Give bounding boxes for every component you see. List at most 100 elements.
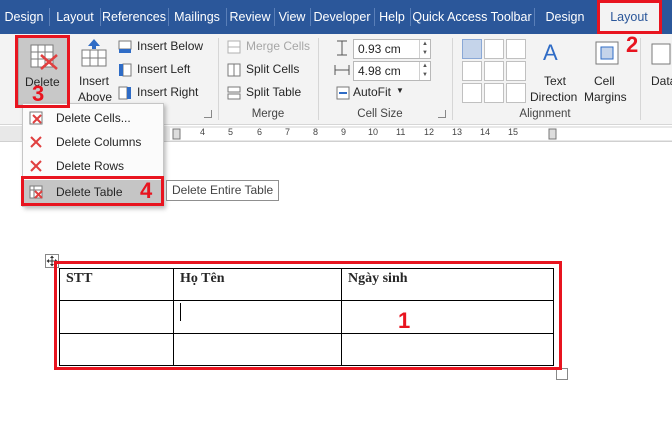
insert-left-icon: [119, 63, 132, 77]
delete-cells-label: Delete Cells...: [56, 111, 131, 125]
align-top-right-icon[interactable]: [506, 39, 526, 59]
tab-table-design[interactable]: Design: [536, 0, 594, 34]
text-direction-label-1: Text: [544, 74, 567, 88]
delete-rows-icon: [30, 160, 42, 172]
delete-cells-menu-item[interactable]: Delete Cells...: [23, 106, 163, 130]
column-width-spinner[interactable]: ▲ ▼: [419, 62, 430, 80]
annotation-number-3: 3: [32, 81, 45, 106]
insert-below-label: Insert Below: [137, 39, 204, 53]
tab-design[interactable]: Design: [0, 0, 48, 34]
text-direction-icon: A: [543, 40, 558, 65]
tab-separator: [274, 8, 275, 26]
row-height-spinner[interactable]: ▲ ▼: [419, 40, 430, 58]
tab-layout[interactable]: Layout: [51, 0, 99, 34]
delete-columns-icon: [30, 136, 42, 148]
align-center-right-icon[interactable]: [506, 61, 526, 81]
tab-help[interactable]: Help: [376, 0, 408, 34]
align-center-left-icon[interactable]: [462, 61, 482, 81]
merge-cells-icon: [227, 40, 241, 54]
split-cells-label: Split Cells: [246, 62, 300, 76]
data-icon: [651, 43, 671, 65]
alignment-grid: [462, 39, 526, 105]
cell-size-group-label: Cell Size: [357, 108, 403, 120]
tab-review[interactable]: Review: [228, 0, 272, 34]
tab-quick-access-toolbar[interactable]: Quick Access Toolbar: [412, 0, 532, 34]
tab-developer[interactable]: Developer: [312, 0, 372, 34]
ruler-tick: 14: [480, 127, 491, 137]
ruler-column-marker-icon[interactable]: [548, 128, 558, 140]
tab-mailings[interactable]: Mailings: [170, 0, 224, 34]
tab-references[interactable]: References: [102, 0, 166, 34]
ruler-tick: 8: [313, 127, 319, 137]
text-direction-button[interactable]: A Text Direction: [530, 36, 580, 106]
split-cells-icon: [227, 63, 241, 77]
autofit-label: AutoFit: [353, 85, 392, 99]
ruler-tick: 10: [368, 127, 379, 137]
text-direction-label-2: Direction: [530, 90, 578, 104]
ruler-tick: 12: [424, 127, 435, 137]
autofit-chevron-down-icon: ▼: [396, 86, 404, 95]
group-separator: [452, 38, 453, 120]
autofit-icon: [336, 86, 350, 100]
ribbon-tab-bar: Design Layout References Mailings Review…: [0, 0, 672, 34]
tab-separator: [534, 8, 535, 26]
column-width-input[interactable]: 4.98 cm ▲ ▼: [353, 61, 431, 81]
delete-columns-menu-item[interactable]: Delete Columns: [23, 130, 163, 154]
annotation-number-2: 2: [626, 32, 639, 57]
split-table-icon: [227, 86, 241, 100]
delete-table-tooltip: Delete Entire Table: [166, 180, 280, 201]
cell-margins-label-1: Cell: [594, 74, 615, 88]
ruler-tick: 5: [228, 127, 234, 137]
insert-above-label-2: Above: [78, 90, 113, 104]
align-top-left-icon[interactable]: [462, 39, 482, 59]
ruler-content-area: [170, 128, 672, 140]
merge-group-label: Merge: [251, 108, 285, 120]
align-bottom-left-icon[interactable]: [462, 83, 482, 103]
insert-right-label: Insert Right: [137, 85, 199, 99]
group-separator: [640, 38, 641, 120]
delete-cells-icon: [29, 111, 43, 125]
delete-rows-label: Delete Rows: [56, 159, 125, 173]
align-top-center-icon[interactable]: [484, 39, 504, 59]
insert-above-button[interactable]: Insert Above: [74, 36, 114, 106]
tab-separator: [226, 8, 227, 26]
align-bottom-right-icon[interactable]: [506, 83, 526, 103]
tab-view[interactable]: View: [276, 0, 308, 34]
alignment-group-label: Alignment: [519, 108, 571, 120]
ruler-tick: 7: [285, 127, 291, 137]
row-height-value: 0.93 cm: [358, 42, 401, 56]
align-bottom-center-icon[interactable]: [484, 83, 504, 103]
tab-separator: [100, 8, 101, 26]
data-label: Data: [651, 74, 672, 88]
group-separator: [318, 38, 319, 120]
cell-margins-button[interactable]: Cell Margins: [582, 36, 632, 106]
merge-cells-label: Merge Cells: [246, 39, 311, 53]
tab-separator: [374, 8, 375, 26]
data-button[interactable]: Data: [648, 36, 672, 106]
insert-right-icon: [118, 86, 131, 100]
insert-below-icon: [118, 40, 132, 53]
ruler-column-marker-icon[interactable]: [172, 128, 182, 140]
delete-columns-label: Delete Columns: [56, 135, 142, 149]
align-center-icon[interactable]: [484, 61, 504, 81]
column-width-icon: [334, 65, 350, 75]
split-table-label: Split Table: [246, 85, 302, 99]
cell-margins-label-2: Margins: [584, 90, 627, 104]
rows-columns-launcher-icon[interactable]: [204, 110, 212, 118]
ruler-tick: 11: [396, 127, 406, 137]
annotation-box-table: [54, 261, 562, 370]
delete-rows-menu-item[interactable]: Delete Rows: [23, 154, 163, 178]
ruler-tick: 15: [508, 127, 519, 137]
row-height-input[interactable]: 0.93 cm ▲ ▼: [353, 39, 431, 59]
tab-separator: [410, 8, 411, 26]
ruler-tick: 6: [257, 127, 263, 137]
tab-separator: [168, 8, 169, 26]
cell-size-launcher-icon[interactable]: [438, 110, 446, 118]
ruler-tick: 13: [452, 127, 463, 137]
insert-above-label-1: Insert: [79, 74, 110, 88]
annotation-box-layout-tab: [597, 0, 662, 34]
tab-separator: [49, 8, 50, 26]
svg-text:A: A: [543, 40, 558, 65]
annotation-number-1: 1: [398, 308, 411, 333]
annotation-number-4: 4: [140, 178, 153, 203]
